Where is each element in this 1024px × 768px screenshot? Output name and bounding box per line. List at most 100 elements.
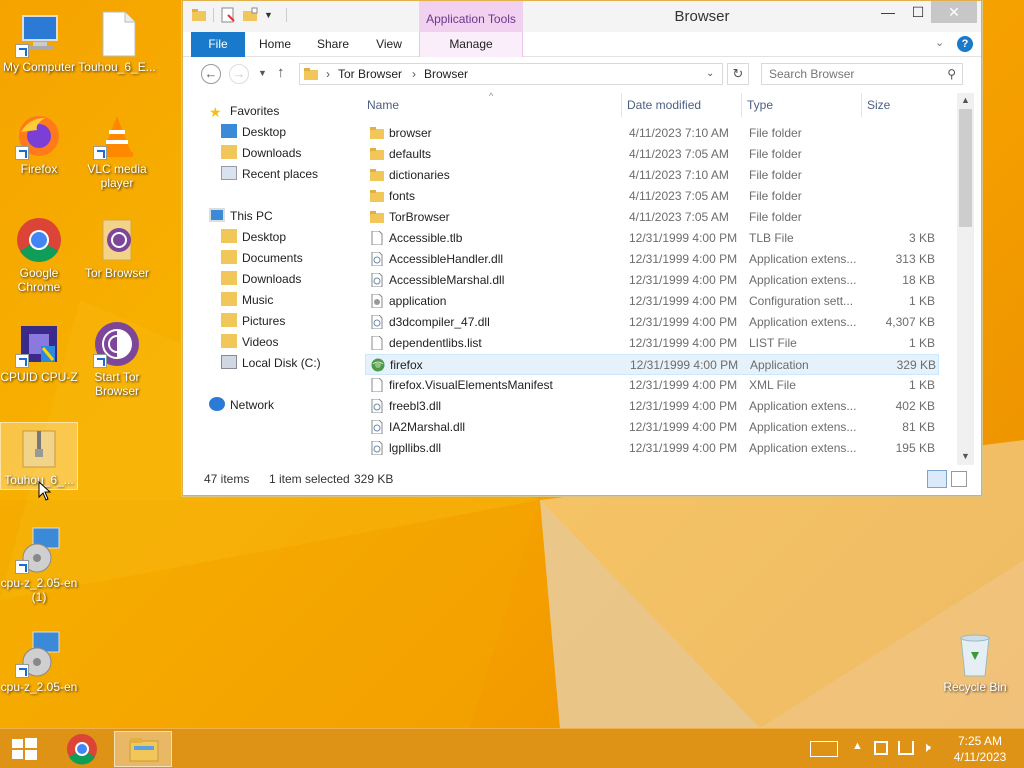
file-row[interactable]: dependentlibs.list 12/31/1999 4:00 PM LIST… [365, 333, 939, 354]
nav-pc-documents[interactable]: Documents [221, 248, 303, 268]
file-row[interactable]: dictionaries 4/11/2023 7:10 AM File folder [365, 165, 939, 186]
file-row[interactable]: fonts 4/11/2023 7:05 AM File folder [365, 186, 939, 207]
desktop-icon-vlc[interactable]: VLC media player [78, 112, 156, 190]
file-row[interactable]: AccessibleMarshal.dll 12/31/1999 4:00 PM A… [365, 270, 939, 291]
file-row[interactable]: firefox 12/31/1999 4:00 PM Application 329 … [365, 354, 939, 375]
nav-favorites-desktop[interactable]: Desktop [221, 122, 286, 142]
desktop-icon-cpuz-installer-1[interactable]: cpu-z_2.05-en (1) [0, 526, 78, 604]
breadcrumb-browser[interactable]: Browser [424, 67, 468, 81]
file-row[interactable]: application 12/31/1999 4:00 PM Configurati… [365, 291, 939, 312]
desktop-icon-touhou-file[interactable]: Touhou_6_E... [78, 10, 156, 74]
network-icon [209, 397, 225, 411]
back-button[interactable]: ← [201, 64, 221, 84]
file-date: 12/31/1999 4:00 PM [629, 315, 738, 329]
desktop-icon-cpuz-installer[interactable]: cpu-z_2.05-en [0, 630, 78, 694]
file-row[interactable]: AccessibleHandler.dll 12/31/1999 4:00 PM A… [365, 249, 939, 270]
file-date: 12/31/1999 4:00 PM [629, 252, 738, 266]
title-bar[interactable]: ▼ Application Tools Browser — ☐ ✕ [183, 1, 981, 32]
mouse-cursor-icon [38, 481, 52, 501]
nav-pc-videos[interactable]: Videos [221, 332, 278, 352]
file-name: defaults [389, 147, 432, 161]
column-divider[interactable] [861, 93, 862, 117]
tab-view[interactable]: View [369, 32, 409, 57]
folder-icon [370, 168, 384, 182]
minimize-button[interactable]: — [873, 1, 903, 23]
nav-favorites[interactable]: ★ Favorites [209, 101, 279, 121]
desktop-icon-recycle-bin[interactable]: Recycle Bin [936, 630, 1014, 694]
tab-share[interactable]: Share [311, 32, 355, 57]
large-icons-view-icon[interactable] [951, 471, 967, 487]
show-hidden-icons-icon[interactable]: ▲ [852, 740, 863, 752]
recent-locations-icon[interactable]: ▼ [258, 68, 267, 78]
file-row[interactable]: d3dcompiler_47.dll 12/31/1999 4:00 PM Appl… [365, 312, 939, 333]
nav-favorites-downloads[interactable]: Downloads [221, 143, 301, 163]
tab-file[interactable]: File [191, 32, 245, 57]
up-arrow-icon[interactable]: ↑ [277, 64, 285, 81]
desktop-icon-start-tor[interactable]: Start Tor Browser [78, 320, 156, 398]
column-divider[interactable] [621, 93, 622, 117]
nav-recent-places[interactable]: Recent places [221, 164, 318, 184]
breadcrumb-tor-browser[interactable]: Tor Browser [338, 67, 402, 81]
help-icon[interactable]: ? [957, 36, 973, 52]
clock[interactable]: 7:25 AM 4/11/2023 [948, 733, 1012, 765]
nav-local-disk[interactable]: Local Disk (C:) [221, 353, 321, 373]
address-row: ← → ▼ ↑ › Tor Browser › Browser ⌄ ↻ Sear… [183, 58, 981, 92]
refresh-button[interactable]: ↻ [727, 63, 749, 85]
chevron-down-icon[interactable]: ⌄ [706, 68, 714, 79]
nav-pc-downloads[interactable]: Downloads [221, 269, 301, 289]
scroll-down-icon[interactable]: ▼ [961, 451, 970, 461]
file-row[interactable]: browser 4/11/2023 7:10 AM File folder [365, 123, 939, 144]
explorer-window: ▼ Application Tools Browser — ☐ ✕ File H… [182, 0, 982, 496]
column-type[interactable]: Type [747, 98, 773, 112]
close-button[interactable]: ✕ [931, 1, 977, 23]
expand-ribbon-icon[interactable]: ⌄ [935, 36, 944, 49]
column-divider[interactable] [741, 93, 742, 117]
desktop-icon-my-computer[interactable]: My Computer [0, 10, 78, 74]
tab-manage[interactable]: Manage [419, 32, 523, 57]
file-size: 18 KB [902, 273, 935, 287]
column-date[interactable]: Date modified [627, 98, 701, 112]
file-icon [370, 377, 384, 393]
details-view-icon[interactable] [927, 470, 947, 488]
nav-pc-desktop[interactable]: Desktop [221, 227, 286, 247]
file-row[interactable]: freebl3.dll 12/31/1999 4:00 PM Application… [365, 396, 939, 417]
nav-this-pc[interactable]: This PC [209, 206, 273, 226]
vertical-scrollbar[interactable]: ▲ ▼ [957, 93, 974, 465]
desktop-icon [221, 124, 237, 138]
file-row[interactable]: defaults 4/11/2023 7:05 AM File folder [365, 144, 939, 165]
forward-button[interactable]: → [229, 64, 249, 84]
desktop-icon-tor-browser[interactable]: Tor Browser [78, 216, 156, 280]
file-row[interactable]: lgpllibs.dll 12/31/1999 4:00 PM Applicatio… [365, 438, 939, 459]
taskbar-file-explorer[interactable] [114, 731, 172, 767]
tab-home[interactable]: Home [253, 32, 297, 57]
taskbar-chrome[interactable] [60, 731, 104, 767]
volume-muted-icon[interactable]: 🕨 [922, 739, 931, 756]
breadcrumb-separator: › [412, 67, 416, 81]
desktop-icon-touhou-zip[interactable]: Touhou_6_... [0, 422, 78, 490]
nav-pc-music[interactable]: Music [221, 290, 273, 310]
file-row[interactable]: TorBrowser 4/11/2023 7:05 AM File folder [365, 207, 939, 228]
nav-pc-pictures[interactable]: Pictures [221, 311, 285, 331]
search-input[interactable]: Search Browser ⚲ [761, 63, 963, 85]
keyboard-icon[interactable] [810, 741, 838, 757]
maximize-button[interactable]: ☐ [903, 1, 933, 23]
address-bar[interactable]: › Tor Browser › Browser ⌄ [299, 63, 723, 85]
file-name: Accessible.tlb [389, 231, 463, 245]
folder-icon [221, 229, 237, 243]
scroll-up-icon[interactable]: ▲ [961, 95, 970, 105]
file-row[interactable]: IA2Marshal.dll 12/31/1999 4:00 PM Applicat… [365, 417, 939, 438]
action-center-icon[interactable] [874, 741, 888, 755]
start-button[interactable] [8, 731, 40, 767]
scrollbar-thumb[interactable] [959, 109, 972, 227]
column-size[interactable]: Size [867, 98, 890, 112]
desktop-icon-cpuz[interactable]: CPUID CPU-Z [0, 320, 78, 384]
desktop-icon-firefox[interactable]: Firefox [0, 112, 78, 176]
file-row[interactable]: Accessible.tlb 12/31/1999 4:00 PM TLB File… [365, 228, 939, 249]
nav-network[interactable]: Network [209, 395, 274, 415]
network-status-icon[interactable] [898, 741, 914, 755]
file-row[interactable]: firefox.VisualElementsManifest 12/31/1999… [365, 375, 939, 396]
desktop-icon-chrome[interactable]: Google Chrome [0, 216, 78, 294]
column-name[interactable]: Name [367, 98, 399, 112]
file-name: fonts [389, 189, 416, 203]
file-name: d3dcompiler_47.dll [389, 315, 490, 329]
